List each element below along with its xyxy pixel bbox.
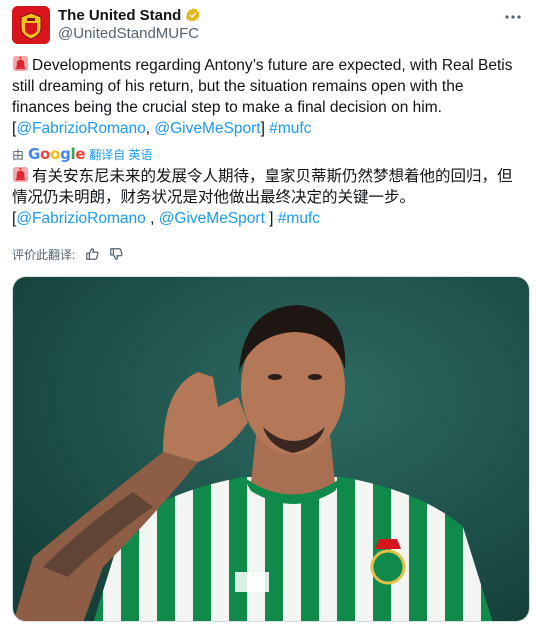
google-letter: o (40, 145, 51, 163)
translation-bar: 由 Google 翻译自 英语 (12, 145, 153, 163)
close-bracket: ] (264, 210, 278, 227)
close-bracket: ] (260, 120, 270, 137)
mention-fabrizioromano[interactable]: @FabrizioRomano (16, 120, 145, 137)
tweet-text: Developments regarding Antony’s future a… (12, 55, 524, 139)
mention-givemesport[interactable]: @GiveMeSport (159, 210, 265, 227)
more-options-icon[interactable] (502, 6, 524, 28)
translated-from-link[interactable]: 翻译自 英语 (89, 146, 152, 163)
avatar[interactable] (12, 6, 50, 44)
hashtag-mufc[interactable]: #mufc (278, 210, 320, 227)
google-letter: g (60, 145, 71, 163)
translated-text: 有关安东尼未来的发展令人期待，皇家贝蒂斯仍然梦想着他的回归，但情况仍未明朗，财务… (12, 166, 524, 229)
translated-by-label: 由 (12, 147, 25, 162)
rate-label: 评价此翻译: (12, 247, 76, 262)
tweet-photo[interactable] (12, 276, 530, 622)
mention-givemesport[interactable]: @GiveMeSport (154, 120, 260, 137)
google-letter: e (75, 145, 86, 163)
mention-fabrizioromano[interactable]: @FabrizioRomano (16, 210, 145, 227)
google-logo[interactable]: Google (28, 145, 85, 163)
rate-translation: 评价此翻译: (12, 244, 123, 264)
siren-icon (12, 55, 29, 72)
name-row: The United Stand (58, 6, 201, 24)
hashtag-mufc[interactable]: #mufc (269, 120, 311, 137)
handle[interactable]: @UnitedStandMUFC (58, 25, 199, 42)
thumbs-down-icon[interactable] (109, 247, 123, 261)
player-photo (13, 277, 529, 621)
google-letter: G (28, 145, 41, 163)
display-name[interactable]: The United Stand (58, 7, 181, 24)
siren-icon (12, 166, 29, 183)
verified-badge-icon (186, 8, 201, 22)
thumbs-up-icon[interactable] (85, 247, 99, 261)
google-letter: o (50, 145, 61, 163)
separator: , (145, 210, 159, 227)
tweet-header: The United Stand @UnitedStandMUFC (12, 6, 524, 46)
